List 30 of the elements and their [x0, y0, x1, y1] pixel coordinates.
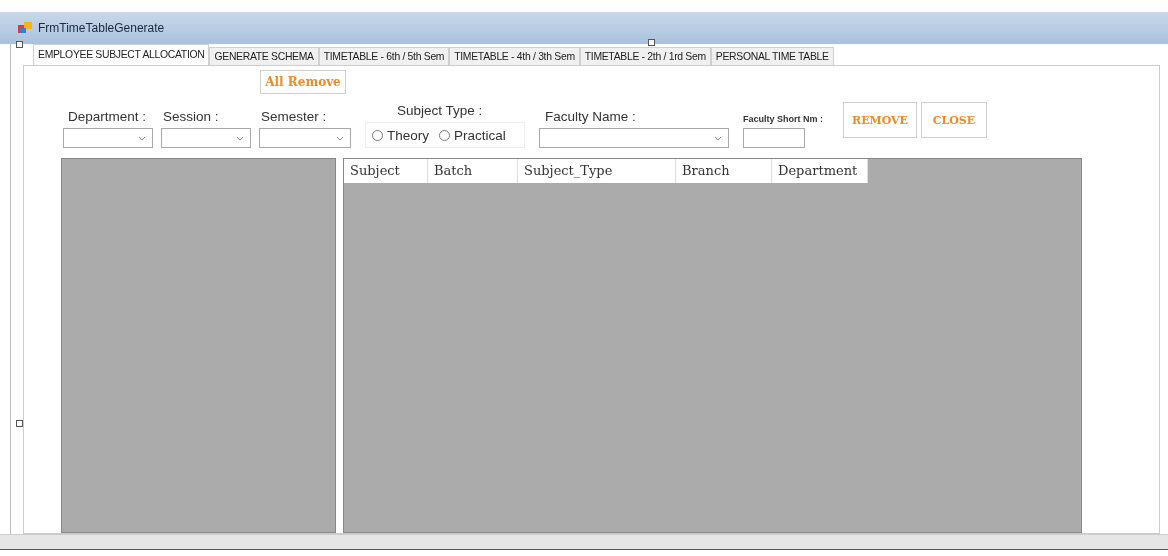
field-label: Subject Type :: [396, 103, 484, 118]
horizontal-scrollbar[interactable]: [0, 534, 1168, 550]
field-label: Faculty Short Nm :: [743, 114, 824, 124]
resize-handle[interactable]: [16, 41, 23, 48]
tab[interactable]: TIMETABLE - 4th / 3th Sem: [449, 47, 580, 65]
field-label: Session :: [162, 109, 220, 124]
app-icon: [18, 22, 32, 34]
column-header[interactable]: Subject_Type: [518, 159, 676, 183]
resize-handle[interactable]: [648, 39, 655, 46]
column-header[interactable]: Subject: [344, 159, 428, 183]
radio-option[interactable]: Theory: [372, 127, 430, 143]
column-header[interactable]: Department: [772, 159, 868, 183]
field-label: Semester :: [260, 109, 328, 124]
resize-handle[interactable]: [16, 420, 23, 427]
tab[interactable]: TIMETABLE - 2th / 1rd Sem: [579, 47, 711, 65]
dropdown-field[interactable]: [539, 128, 729, 148]
tab[interactable]: PERSONAL TIME TABLE: [710, 47, 834, 65]
input-field[interactable]: [743, 128, 805, 148]
tab[interactable]: TIMETABLE - 6th / 5th Sem: [318, 47, 450, 65]
radio-option[interactable]: Practical: [439, 127, 506, 143]
column-header[interactable]: Branch: [676, 159, 772, 183]
field-label: Department :: [67, 109, 148, 124]
tab[interactable]: GENERATE SCHEMA: [209, 47, 319, 65]
field-label: Faculty Name :: [544, 109, 637, 124]
window-title: FrmTimeTableGenerate: [38, 21, 165, 35]
dropdown-field[interactable]: [63, 128, 153, 148]
dropdown-field[interactable]: [161, 128, 251, 148]
dropdown-field[interactable]: [259, 128, 351, 148]
tab[interactable]: EMPLOYEE SUBJECT ALLOCATION: [33, 44, 210, 65]
column-header[interactable]: Batch: [428, 159, 518, 183]
